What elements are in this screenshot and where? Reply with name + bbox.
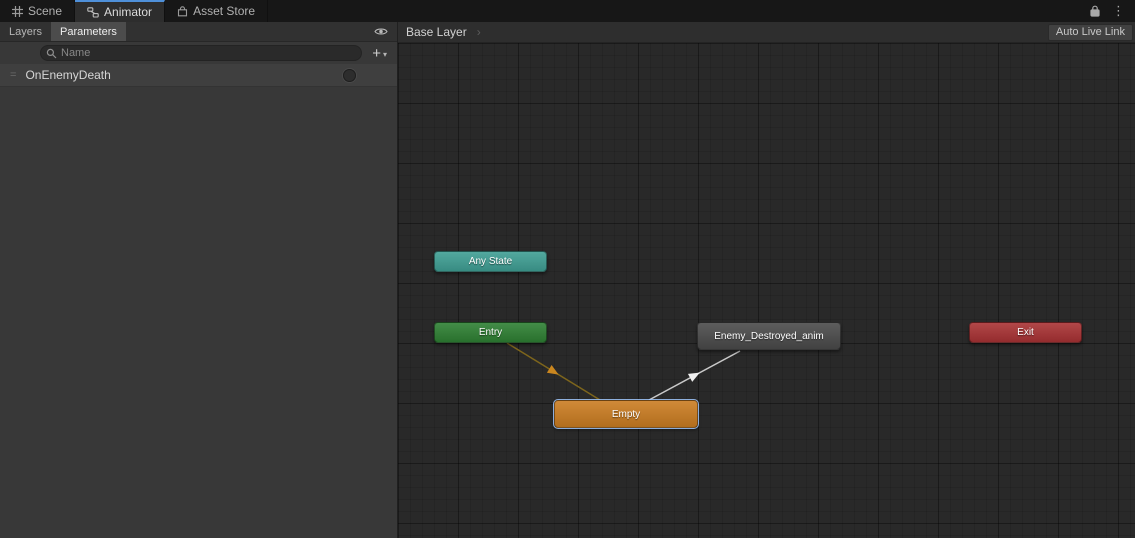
window-tabbar: Scene Animator Asset Store ⋮: [0, 0, 1135, 22]
breadcrumb-chevron-icon: ›: [476, 25, 481, 39]
scene-grid-icon: [12, 5, 23, 17]
eye-icon: [374, 27, 388, 36]
state-node-empty[interactable]: Empty: [553, 399, 699, 429]
tabs-spacer: [126, 22, 374, 41]
transition-entry-to-empty[interactable]: [506, 342, 601, 401]
drag-handle-icon[interactable]: =: [10, 69, 16, 81]
tab-label: Animator: [104, 5, 153, 19]
transition-arrow-icon: [546, 365, 559, 375]
transitions-layer: [506, 342, 741, 401]
search-icon: [46, 48, 57, 59]
trigger-radio[interactable]: [343, 68, 356, 82]
asset-store-icon: [177, 5, 188, 17]
breadcrumb-base-layer[interactable]: Base Layer: [406, 25, 467, 39]
parameter-list-empty-area: [0, 87, 397, 538]
animator-graph: Base Layer › Auto Live Link Any State Ent…: [398, 22, 1135, 538]
transition-empty-to-enemy-destroyed-anim[interactable]: [648, 350, 741, 401]
lock-icon[interactable]: [1090, 5, 1100, 17]
tab-layers[interactable]: Layers: [0, 22, 51, 41]
tab-asset-store[interactable]: Asset Store: [165, 0, 269, 22]
tabbar-spacer: [268, 0, 1090, 22]
tab-scene[interactable]: Scene: [0, 0, 76, 22]
chevron-down-icon: ▾: [382, 49, 387, 59]
tab-animator[interactable]: Animator: [75, 0, 166, 22]
side-panel-tabs: Layers Parameters: [0, 22, 397, 42]
graph-canvas[interactable]: Any State Entry Enemy_Destroyed_anim Exit Em…: [398, 43, 1135, 538]
add-parameter-button[interactable]: + ▾: [368, 46, 397, 61]
graph-toolbar: Base Layer › Auto Live Link: [398, 22, 1135, 43]
state-node-enemy-destroyed-anim[interactable]: Enemy_Destroyed_anim: [697, 322, 841, 350]
state-node-any-state[interactable]: Any State: [434, 251, 547, 272]
eye-toggle[interactable]: [374, 22, 397, 41]
kebab-menu-icon[interactable]: ⋮: [1112, 3, 1125, 19]
tab-parameters[interactable]: Parameters: [51, 22, 126, 41]
state-node-entry[interactable]: Entry: [434, 322, 547, 343]
transition-arrow-icon: [687, 372, 700, 382]
parameter-name: OnEnemyDeath: [25, 68, 111, 82]
auto-live-link-button[interactable]: Auto Live Link: [1047, 23, 1133, 41]
parameter-search-row: + ▾: [0, 42, 397, 64]
animator-side-panel: Layers Parameters Name + ▾ = OnEnemyDeat…: [0, 22, 398, 538]
tab-label: Asset Store: [193, 4, 256, 18]
parameter-row[interactable]: = OnEnemyDeath: [0, 64, 397, 87]
tab-label: Scene: [28, 4, 63, 18]
animator-icon: [87, 6, 99, 18]
state-node-exit[interactable]: Exit: [969, 322, 1082, 343]
search-input[interactable]: [40, 45, 363, 61]
